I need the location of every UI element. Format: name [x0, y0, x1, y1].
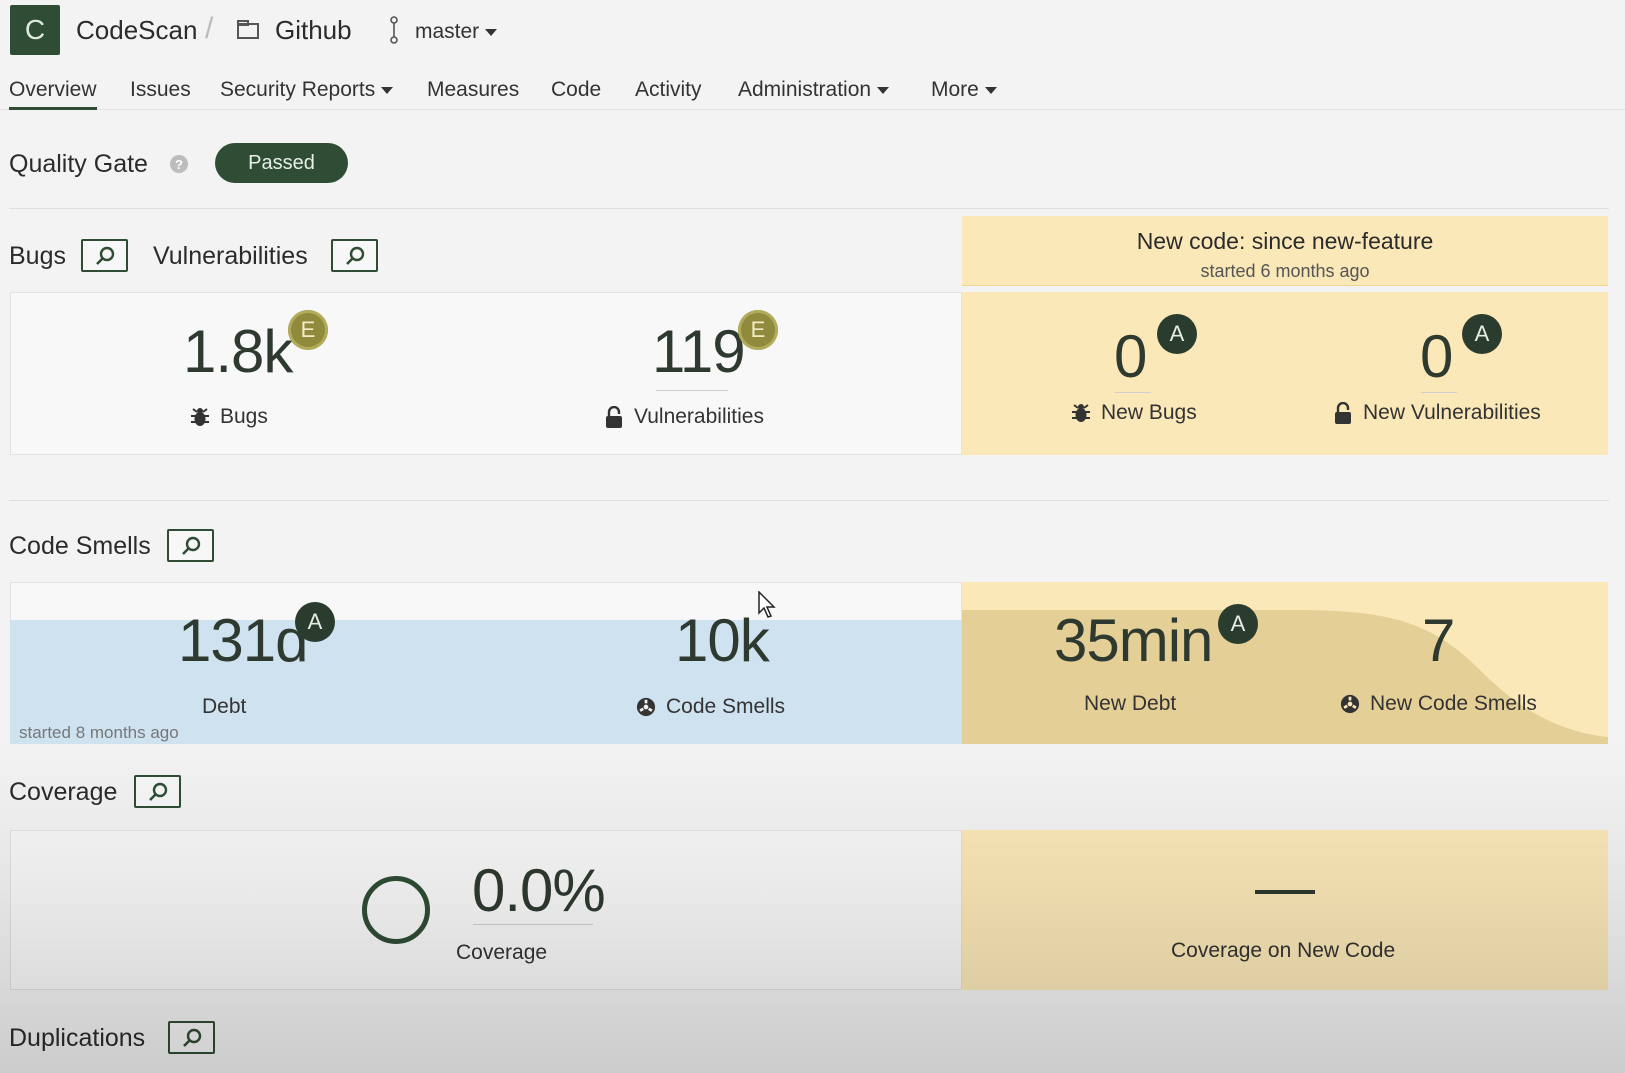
coverage-value[interactable]: 0.0%: [472, 856, 606, 925]
new-debt-value[interactable]: 35min: [1054, 606, 1213, 675]
code-smells-label: Code Smells: [636, 695, 785, 719]
breadcrumb-repo[interactable]: Github: [275, 15, 352, 46]
coverage-drilldown-button[interactable]: [134, 775, 181, 808]
code-smells-section-title: Code Smells: [9, 532, 151, 560]
tab-administration-label: Administration: [738, 78, 872, 101]
chevron-down-icon: [485, 28, 498, 36]
duplications-drilldown-button[interactable]: [168, 1021, 215, 1054]
new-bugs-rating[interactable]: A: [1157, 314, 1197, 354]
new-bugs-label-text: New Bugs: [1101, 401, 1197, 424]
new-bugs-underline: [1115, 392, 1151, 393]
debt-rating[interactable]: A: [295, 602, 335, 642]
vulnerabilities-section-title: Vulnerabilities: [153, 242, 308, 270]
new-bugs-count[interactable]: 0: [1114, 322, 1147, 391]
new-vulnerabilities-label: New Vulnerabilities: [1333, 401, 1541, 425]
new-code-smells-count[interactable]: 7: [1422, 606, 1455, 675]
tab-administration[interactable]: Administration: [738, 78, 890, 102]
new-coverage-label: Coverage on New Code: [1171, 939, 1396, 962]
branch-label: master: [415, 20, 480, 43]
section-divider: [9, 208, 1609, 209]
search-icon: [182, 1028, 201, 1047]
bugs-section-title: Bugs: [9, 242, 66, 270]
bugs-label: Bugs: [190, 405, 268, 429]
bug-icon: [191, 408, 209, 426]
tab-activity[interactable]: Activity: [635, 78, 702, 102]
help-icon[interactable]: ?: [170, 155, 188, 173]
new-code-smells-label: New Code Smells: [1340, 692, 1537, 716]
new-coverage-empty-dash: [1255, 890, 1315, 894]
tab-security-reports[interactable]: Security Reports: [220, 78, 394, 102]
tab-more-label: More: [931, 78, 979, 101]
bugs-overall-panel: [10, 292, 962, 455]
chevron-down-icon: [984, 86, 997, 94]
new-debt-rating[interactable]: A: [1218, 604, 1258, 644]
coverage-donut-icon: [362, 876, 430, 944]
breadcrumb-org[interactable]: CodeScan: [76, 15, 197, 46]
new-code-subtitle: started 6 months ago: [1200, 261, 1370, 281]
branch-selector[interactable]: master: [415, 20, 498, 44]
quality-gate-title: Quality Gate: [9, 150, 148, 178]
new-code-header: New code: since new-feature started 6 mo…: [962, 216, 1608, 286]
search-icon: [345, 246, 364, 265]
coverage-underline: [473, 924, 593, 925]
vulnerabilities-label: Vulnerabilities: [604, 405, 764, 429]
vulnerabilities-label-text: Vulnerabilities: [634, 405, 764, 428]
coverage-new-code-panel: [962, 830, 1608, 990]
tab-issues[interactable]: Issues: [130, 78, 191, 102]
bugs-count[interactable]: 1.8k: [183, 317, 293, 386]
bugs-drilldown-button[interactable]: [81, 239, 128, 272]
new-debt-label: New Debt: [1084, 692, 1177, 715]
top-bar: C CodeScan / Github master: [0, 0, 1625, 62]
tab-measures[interactable]: Measures: [427, 78, 519, 102]
bug-icon: [1072, 404, 1090, 422]
vulnerabilities-rating[interactable]: E: [738, 310, 778, 350]
search-icon: [181, 536, 200, 555]
new-vulnerabilities-count[interactable]: 0: [1420, 322, 1453, 391]
tab-more[interactable]: More: [931, 78, 997, 102]
debt-label: Debt: [202, 695, 247, 718]
code-smells-label-text: Code Smells: [666, 695, 786, 718]
chevron-down-icon: [877, 86, 890, 94]
vulnerabilities-drilldown-button[interactable]: [331, 239, 378, 272]
tab-overview[interactable]: Overview: [9, 78, 97, 110]
tab-security-reports-label: Security Reports: [220, 78, 376, 101]
repo-icon: [237, 20, 259, 39]
coverage-section-title: Coverage: [9, 778, 118, 806]
bugs-rating[interactable]: E: [288, 310, 328, 350]
new-code-title: New code: since new-feature: [1136, 228, 1434, 254]
quality-gate-status-badge: Passed: [215, 143, 348, 183]
lock-icon: [606, 406, 622, 428]
new-vulnerabilities-rating[interactable]: A: [1462, 314, 1502, 354]
new-vulnerabilities-underline: [1421, 392, 1457, 393]
coverage-label: Coverage: [456, 941, 548, 964]
smell-icon: [1340, 694, 1360, 714]
vulnerabilities-count[interactable]: 119: [652, 317, 746, 386]
project-logo[interactable]: C: [10, 5, 60, 55]
vulnerabilities-underline: [656, 390, 728, 391]
code-smells-drilldown-button[interactable]: [167, 529, 214, 562]
breadcrumb-separator: /: [205, 12, 214, 45]
lock-icon: [1335, 402, 1351, 424]
bugs-new-code-panel: [962, 292, 1608, 455]
new-bugs-label: New Bugs: [1071, 401, 1197, 425]
started-note: started 8 months ago: [19, 723, 179, 742]
main-nav: Overview Issues Security Reports Measure…: [0, 74, 1625, 110]
new-code-smells-label-text: New Code Smells: [1370, 692, 1537, 715]
search-icon: [95, 246, 114, 265]
section-divider: [9, 500, 1609, 501]
bugs-label-text: Bugs: [220, 405, 268, 428]
chevron-down-icon: [381, 86, 394, 94]
search-icon: [148, 782, 167, 801]
mouse-cursor-icon: [758, 591, 776, 618]
new-vulnerabilities-label-text: New Vulnerabilities: [1363, 401, 1541, 424]
duplications-section-title: Duplications: [9, 1024, 146, 1052]
tab-code[interactable]: Code: [551, 78, 601, 102]
code-smells-count[interactable]: 10k: [675, 606, 770, 675]
smell-icon: [636, 697, 656, 717]
debt-value[interactable]: 131d: [178, 606, 308, 675]
branch-icon: [390, 16, 398, 44]
